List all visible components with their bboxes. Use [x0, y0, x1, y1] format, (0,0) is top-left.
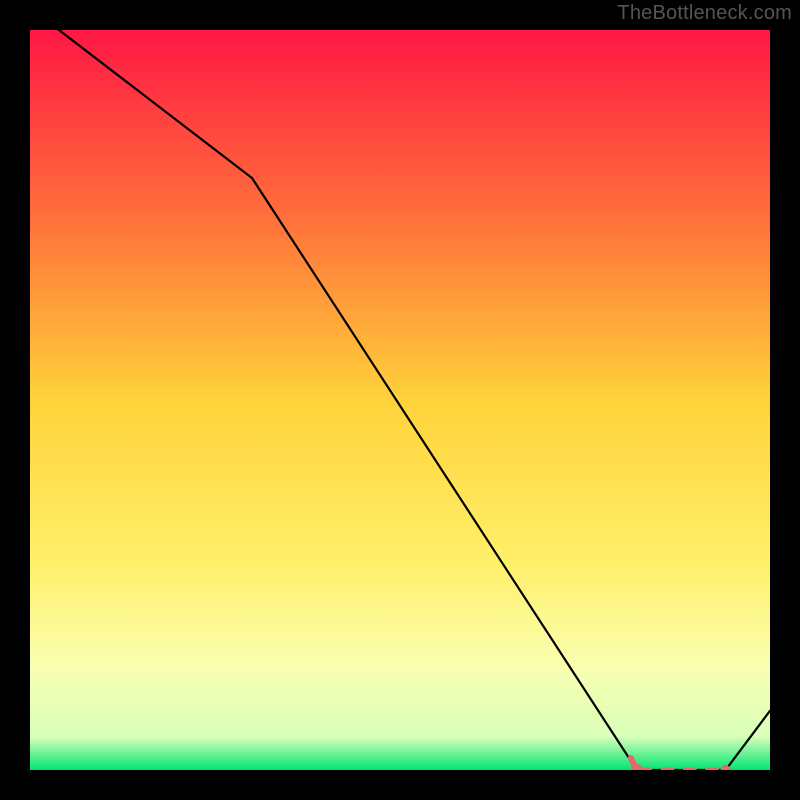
chart-background — [30, 30, 770, 770]
chart-svg — [30, 30, 770, 770]
chart-container: TheBottleneck.com — [0, 0, 800, 800]
plot-area — [30, 30, 770, 770]
watermark-label: TheBottleneck.com — [617, 2, 792, 25]
